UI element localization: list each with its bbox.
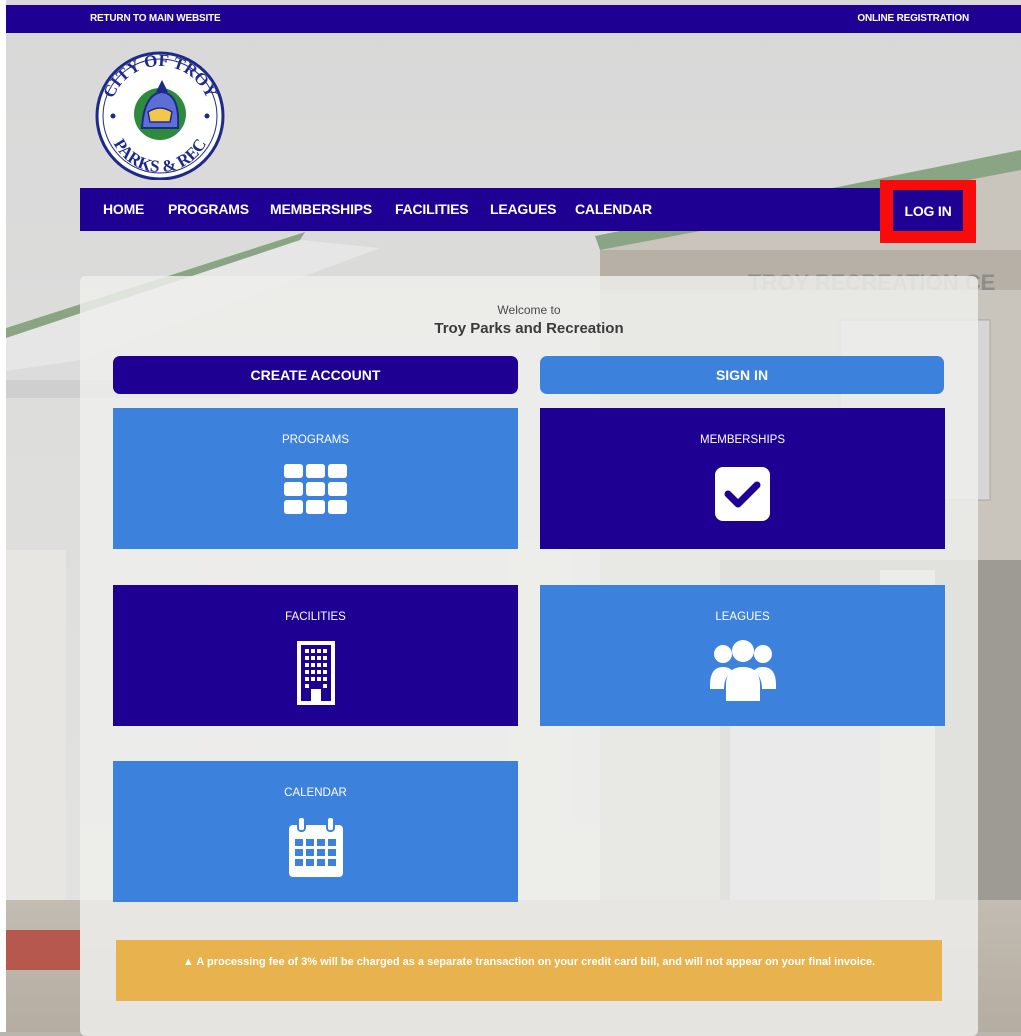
nav-leagues[interactable]: LEAGUES <box>490 201 556 217</box>
login-button[interactable]: LOG IN <box>893 190 963 231</box>
tile-calendar[interactable]: CALENDAR <box>113 761 518 902</box>
tile-programs[interactable]: PROGRAMS <box>113 408 518 549</box>
page-title: Troy Parks and Recreation <box>434 320 624 337</box>
welcome-label: Welcome to <box>497 303 561 317</box>
nav-memberships[interactable]: MEMBERSHIPS <box>270 201 372 217</box>
grid-icon <box>283 464 347 514</box>
nav-programs[interactable]: PROGRAMS <box>168 201 249 217</box>
checkbox-icon <box>714 467 770 521</box>
online-registration-link[interactable]: ONLINE REGISTRATION <box>857 13 969 24</box>
nav-facilities[interactable]: FACILITIES <box>395 201 469 217</box>
city-of-troy-parks-rec-logo[interactable]: CITY OF TROY PARKS & REC <box>92 50 229 180</box>
notice-text: A processing fee of 3% will be charged a… <box>196 956 876 968</box>
left-frame-edge <box>0 0 6 1032</box>
processing-fee-notice: ▲ A processing fee of 3% will be charged… <box>116 940 942 1001</box>
building-icon <box>296 641 335 705</box>
create-account-button[interactable]: CREATE ACCOUNT <box>113 356 518 394</box>
main-navigation: HOME PROGRAMS MEMBERSHIPS FACILITIES LEA… <box>80 188 976 231</box>
utility-bar: RETURN TO MAIN WEBSITE ONLINE REGISTRATI… <box>6 5 1021 33</box>
tile-facilities-label: FACILITIES <box>285 611 346 623</box>
tile-facilities[interactable]: FACILITIES <box>113 585 518 726</box>
tile-programs-label: PROGRAMS <box>281 434 350 446</box>
nav-home[interactable]: HOME <box>103 201 144 217</box>
tile-calendar-label: CALENDAR <box>284 787 347 799</box>
tile-memberships-label: MEMBERSHIPS <box>700 434 785 446</box>
sign-in-button[interactable]: SIGN IN <box>540 356 944 394</box>
tile-leagues[interactable]: LEAGUES <box>540 585 945 726</box>
warning-icon: ▲ <box>182 956 194 968</box>
tile-leagues-label: LEAGUES <box>715 611 770 623</box>
nav-calendar[interactable]: CALENDAR <box>575 201 652 217</box>
return-to-main-website-link[interactable]: RETURN TO MAIN WEBSITE <box>90 13 221 24</box>
calendar-icon <box>288 817 343 877</box>
users-icon <box>709 640 776 701</box>
tile-memberships[interactable]: MEMBERSHIPS <box>540 408 945 549</box>
